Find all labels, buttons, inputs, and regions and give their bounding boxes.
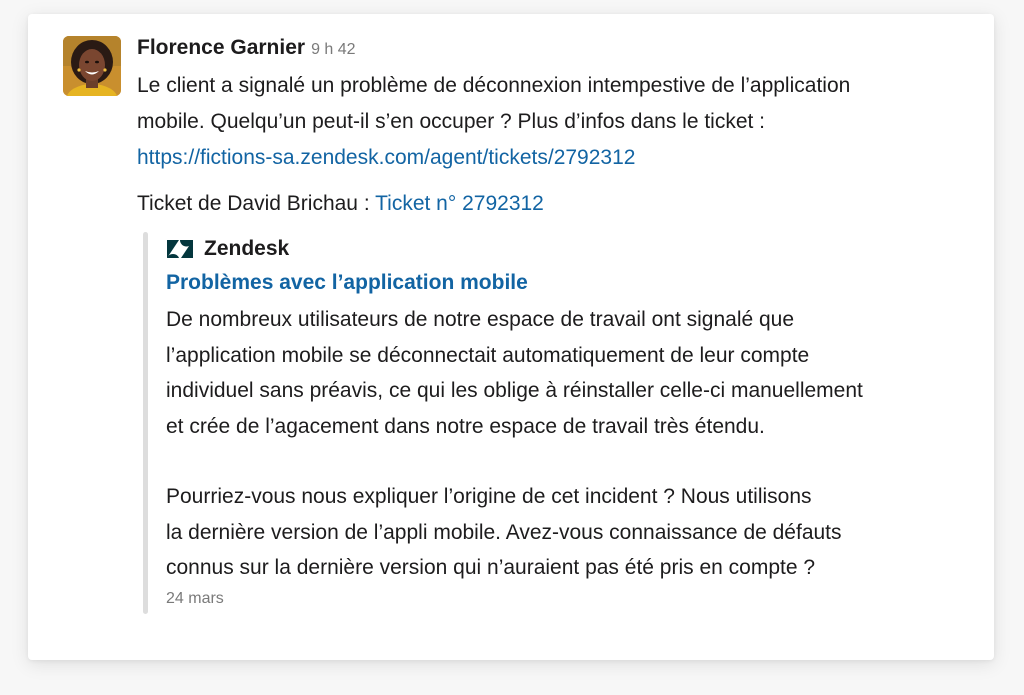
ticket-number-link[interactable]: Ticket n° 2792312 [375,192,544,215]
attachment-text-line: et crée de l’agacement dans notre espace… [166,414,765,438]
attachment-content: Zendesk Problèmes avec l’application mob… [166,232,966,608]
attachment-date: 24 mars [166,589,224,607]
ticket-reference: Ticket de David Brichau : Ticket n° 2792… [137,186,967,222]
attachment-title[interactable]: Problèmes avec l’application mobile [166,266,966,300]
attachment-text-line: De nombreux utilisateurs de notre espace… [166,308,795,331]
attachment-text-line: l’application mobile se déconnectait aut… [166,343,810,367]
message-text-line: mobile. Quelqu’un peut-il s’en occuper ?… [137,110,766,133]
attachment-text-line: Pourriez-vous nous expliquer l’origine d… [166,485,812,508]
avatar[interactable] [63,36,121,96]
message-header: Florence Garnier 9 h 42 [137,36,967,64]
attachment-text-line: connus sur la dernière version qui n’aur… [166,556,816,579]
attachment-text-line: individuel sans préavis, ce qui les obli… [166,379,863,402]
timestamp[interactable]: 9 h 42 [311,41,355,59]
message-text-line: Le client a signalé un problème de décon… [137,74,851,97]
service-name: Zendesk [204,237,290,260]
attachment-description: De nombreux utilisateurs de notre espace… [166,302,966,586]
avatar-image [63,36,121,96]
message-text: Le client a signalé un problème de décon… [137,68,967,176]
message: Florence Garnier 9 h 42 Le client a sign… [137,36,967,222]
ticket-url-link[interactable]: https://fictions-sa.zendesk.com/agent/ti… [137,146,635,169]
attachment: Zendesk Problèmes avec l’application mob… [143,232,963,618]
ticket-label: Ticket de David Brichau : [137,192,370,215]
author-name[interactable]: Florence Garnier [137,36,305,60]
attachment-text-line: la dernière version de l’appli mobile. A… [166,520,842,544]
attachment-bar [143,232,148,614]
zendesk-logo-icon [167,240,193,258]
attachment-service: Zendesk [166,232,966,266]
